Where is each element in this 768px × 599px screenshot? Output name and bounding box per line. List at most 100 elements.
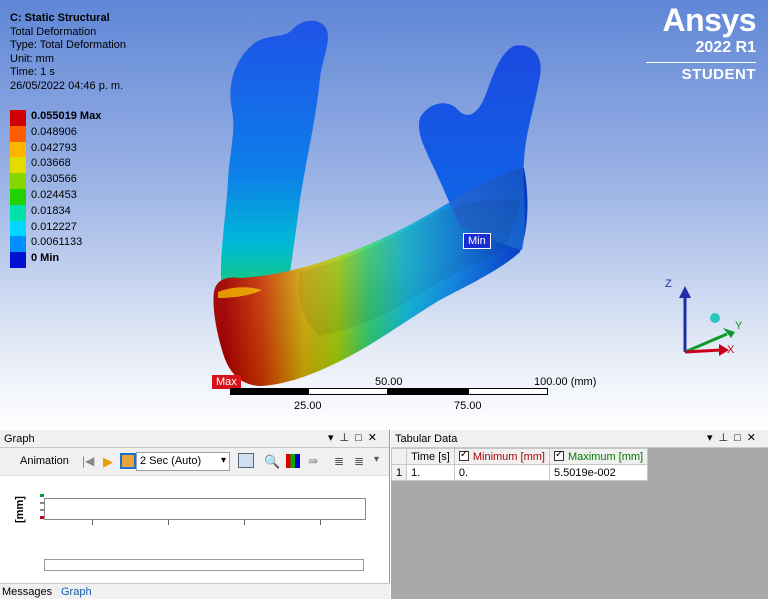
animation-toolbar: Animation |◀ ▶ 2 Sec (Auto) ▾ 🔍 ⇛ ≣ ≣ ▾ xyxy=(0,448,389,476)
forward-icon[interactable]: ⇛ xyxy=(308,454,324,470)
graph-scrollbar[interactable] xyxy=(44,559,364,571)
previous-frame-icon[interactable]: |◀ xyxy=(82,454,98,470)
scale-label-25: 25.00 xyxy=(294,400,322,412)
result-time: Time: 1 s xyxy=(10,66,55,78)
table-row[interactable]: 1 1. 0. 5.5019e-002 xyxy=(390,464,649,481)
legend-swatch xyxy=(10,188,26,205)
header-label: Minimum [mm] xyxy=(472,450,545,463)
cell-minimum[interactable]: 0. xyxy=(453,464,550,481)
chevron-down-icon: ▾ xyxy=(220,455,226,466)
legend-label: 0.030566 xyxy=(31,173,77,186)
header-label: Time [s] xyxy=(411,450,450,463)
tabular-data-panel: Tabular Data ▾⊥□✕ Time [s] Minimum [mm] … xyxy=(390,430,768,599)
tabular-panel-title: Tabular Data xyxy=(395,433,458,445)
legend-swatch xyxy=(10,173,26,189)
dropdown-icon[interactable]: ▾ xyxy=(707,432,719,444)
brand-version: 2022 R1 xyxy=(695,39,757,56)
axis-x-label: X xyxy=(727,344,735,356)
align-right-icon[interactable]: ≣ xyxy=(354,454,370,470)
panel-controls: ▾⊥□✕ xyxy=(707,431,762,445)
bottom-tab-strip: Messages Graph xyxy=(0,583,390,599)
column-header-time[interactable]: Time [s] xyxy=(406,448,455,465)
scale-segment xyxy=(230,388,308,395)
result-date: 26/05/2022 04:46 p. m. xyxy=(10,79,124,92)
table-header-row: Time [s] Minimum [mm] Maximum [mm] xyxy=(390,448,649,465)
legend-label: 0.01834 xyxy=(31,204,71,217)
align-left-icon[interactable]: ≣ xyxy=(334,454,350,470)
header-label: Maximum [mm] xyxy=(567,450,644,463)
result-info: C: Static Structural Total Deformation T… xyxy=(10,12,126,93)
close-icon[interactable]: ✕ xyxy=(747,432,762,444)
legend-label: 0.055019 Max xyxy=(31,110,102,122)
legend-label: 0.03668 xyxy=(31,157,71,170)
dropdown-icon[interactable]: ▾ xyxy=(328,432,340,444)
legend-label: 0 Min xyxy=(31,252,60,265)
legend-swatch xyxy=(10,220,26,237)
legend-swatch xyxy=(10,252,26,268)
graph-panel-title: Graph xyxy=(4,433,35,445)
checkbox-icon[interactable] xyxy=(458,449,469,461)
brand-edition: STUDENT xyxy=(681,66,756,83)
stop-icon[interactable] xyxy=(120,453,136,469)
zoom-icon[interactable]: 🔍 xyxy=(264,454,280,470)
duration-select[interactable]: 2 Sec (Auto) ▾ xyxy=(136,452,230,471)
result-type: Type: Total Deformation xyxy=(10,39,126,51)
legend-label: 0.024453 xyxy=(31,188,77,201)
scale-label-75: 75.00 xyxy=(454,400,482,412)
legend-label: 0.0061133 xyxy=(31,236,83,249)
y-axis-unit: [mm] xyxy=(14,496,26,523)
analysis-title: C: Static Structural xyxy=(10,12,110,24)
maximize-icon[interactable]: □ xyxy=(355,432,368,444)
brand-divider xyxy=(646,62,756,63)
scale-segment xyxy=(388,388,468,395)
close-icon[interactable]: ✕ xyxy=(368,432,383,444)
row-index-header xyxy=(390,448,408,465)
graphics-viewport[interactable]: C: Static Structural Total Deformation T… xyxy=(0,0,768,430)
tabular-data-table[interactable]: Time [s] Minimum [mm] Maximum [mm] 1 1. … xyxy=(390,448,649,481)
axis-z-label: Z xyxy=(665,278,672,290)
brand-name: Ansys xyxy=(662,2,756,38)
pin-icon[interactable]: ⊥ xyxy=(719,432,735,444)
legend-swatch xyxy=(10,125,26,142)
column-header-maximum[interactable]: Maximum [mm] xyxy=(548,448,649,465)
legend-label: 0.042793 xyxy=(31,141,77,154)
play-icon[interactable]: ▶ xyxy=(103,454,119,470)
legend-swatch xyxy=(10,157,26,174)
column-header-minimum[interactable]: Minimum [mm] xyxy=(453,448,550,465)
export-video-icon[interactable] xyxy=(238,453,254,468)
panel-controls: ▾⊥□✕ xyxy=(328,431,383,445)
tab-graph[interactable]: Graph xyxy=(61,586,92,598)
legend-label: 0.012227 xyxy=(31,220,77,233)
maximize-icon[interactable]: □ xyxy=(734,432,747,444)
legend-swatch xyxy=(10,110,26,126)
cell-time[interactable]: 1. xyxy=(406,464,455,481)
animation-plot[interactable] xyxy=(44,498,366,520)
tabular-panel-header: Tabular Data ▾⊥□✕ xyxy=(391,430,768,448)
result-unit: Unit: mm xyxy=(10,52,54,65)
animation-label: Animation xyxy=(20,455,69,467)
legend-swatch xyxy=(10,141,26,158)
min-probe-label[interactable]: Min xyxy=(463,233,491,249)
legend-swatch xyxy=(10,236,26,253)
scale-label-100: 100.00 (mm) xyxy=(534,376,597,388)
axis-triad[interactable]: Z Y X xyxy=(655,272,755,372)
scale-segment xyxy=(468,388,548,395)
x-axis-ticks xyxy=(44,520,366,526)
ansys-logo: Ansys 2022 R1 STUDENT xyxy=(646,2,757,85)
axis-y-label: Y xyxy=(735,320,743,332)
color-grid-icon[interactable] xyxy=(286,454,300,468)
result-name: Total Deformation xyxy=(10,25,97,38)
cell-maximum[interactable]: 5.5019e-002 xyxy=(548,464,649,481)
duration-value: 2 Sec (Auto) xyxy=(140,455,202,467)
scale-label-50: 50.00 xyxy=(375,376,403,388)
scale-segment xyxy=(308,388,388,395)
pin-icon[interactable]: ⊥ xyxy=(340,432,356,444)
legend-swatch xyxy=(10,204,26,221)
scale-ruler: 50.00 100.00 (mm) 25.00 75.00 xyxy=(230,376,596,416)
row-index: 1 xyxy=(390,464,408,481)
graph-panel: Graph ▾⊥□✕ Animation |◀ ▶ 2 Sec (Auto) ▾… xyxy=(0,430,390,599)
tab-messages[interactable]: Messages xyxy=(2,586,52,598)
graph-panel-header: Graph ▾⊥□✕ xyxy=(0,430,389,448)
checkbox-icon[interactable] xyxy=(553,449,564,461)
more-icon[interactable]: ▾ xyxy=(374,454,390,470)
